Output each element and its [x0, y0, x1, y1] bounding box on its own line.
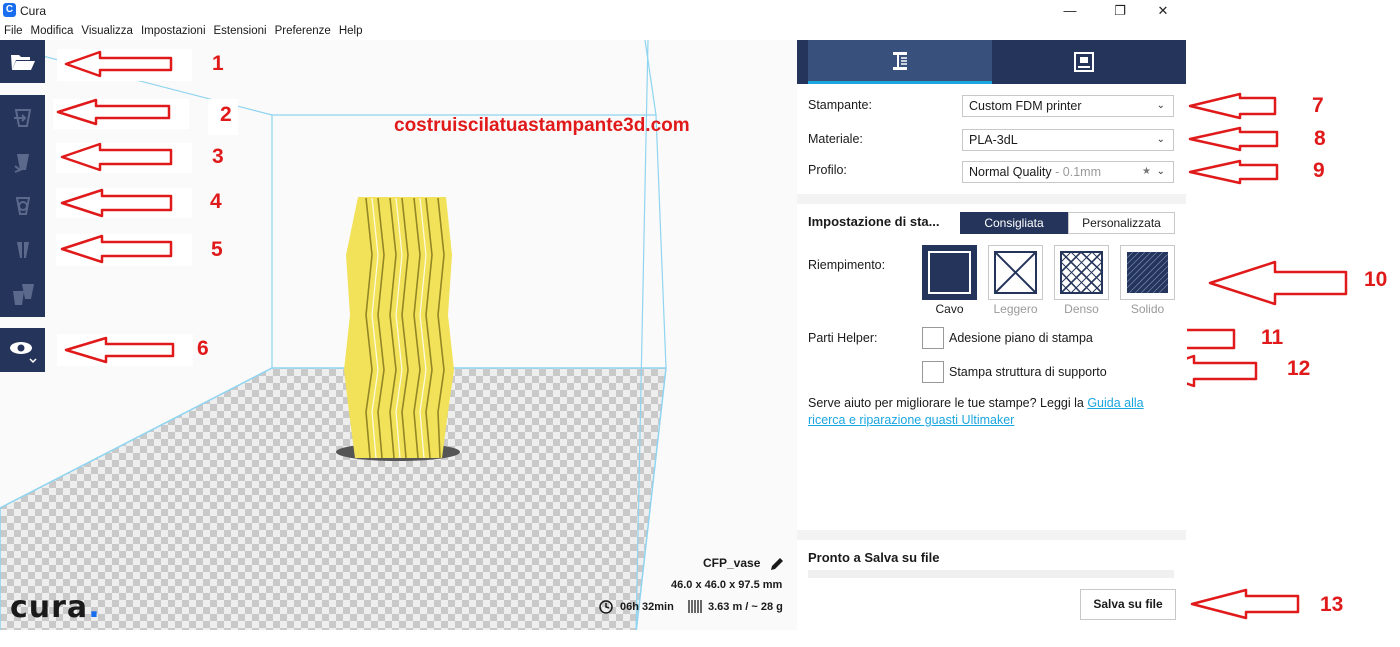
edit-pencil-icon[interactable] [769, 556, 785, 572]
mode-custom-tab[interactable]: Personalizzata [1068, 212, 1175, 234]
annotation-number: 11 [1261, 326, 1284, 349]
adhesion-checkbox[interactable] [922, 327, 944, 349]
print-setup-icon [893, 51, 907, 70]
annotation-number: 6 [197, 337, 209, 360]
infill-light-option[interactable] [988, 245, 1043, 300]
annotation-number: 4 [210, 190, 222, 213]
support-label: Stampa struttura di supporto [949, 365, 1107, 379]
infill-hollow-option[interactable] [922, 245, 977, 300]
annotation-number: 9 [1313, 159, 1325, 182]
annotation-number: 5 [211, 238, 223, 261]
star-icon: ★ [1142, 166, 1151, 177]
job-name: CFP_vase [703, 556, 761, 570]
material-label: Materiale: [808, 132, 863, 146]
chevron-down-icon: ⌄ [1156, 100, 1165, 111]
profile-label: Profilo: [808, 163, 847, 177]
model-dimensions: 46.0 x 46.0 x 97.5 mm [671, 579, 783, 591]
monitor-icon [1074, 52, 1094, 72]
settings-title: Impostazione di sta... [808, 214, 940, 229]
tab-monitor[interactable] [992, 40, 1176, 84]
annotation-number: 13 [1320, 593, 1344, 616]
infill-option-label: Solido [1130, 302, 1165, 316]
settings-panel: Stampante: Custom FDM printer ⌄ Materiale… [797, 40, 1187, 630]
material-usage: 3.63 m / ~ 28 g [708, 601, 783, 613]
save-status-title: Pronto a Salva su file [808, 550, 940, 565]
annotation-number: 8 [1314, 127, 1326, 150]
infill-solid-option[interactable] [1120, 245, 1175, 300]
chevron-down-icon: ⌄ [1156, 166, 1165, 177]
slicing-progress-bar [808, 570, 1174, 578]
infill-option-label: Cavo [935, 302, 964, 316]
filament-icon [688, 600, 702, 613]
panel-tabs [797, 40, 1186, 84]
infill-option-label: Denso [1064, 302, 1099, 316]
clock-icon [599, 600, 613, 614]
adhesion-label: Adesione piano di stampa [949, 331, 1093, 345]
cura-logo: cura. [10, 590, 101, 625]
section-divider [797, 530, 1186, 540]
support-checkbox[interactable] [922, 361, 944, 383]
printer-label: Stampante: [808, 98, 872, 112]
annotation-number: 1 [212, 52, 224, 75]
chevron-down-icon: ⌄ [1156, 134, 1165, 145]
infill-label: Riempimento: [808, 258, 886, 272]
infill-dense-option[interactable] [1054, 245, 1109, 300]
helpers-label: Parti Helper: [808, 331, 878, 345]
infill-hollow-icon [928, 251, 971, 294]
annotation-number: 3 [212, 145, 224, 168]
infill-solid-icon [1126, 251, 1169, 294]
help-text: Serve aiuto per migliorare le tue stampe… [808, 396, 1144, 427]
annotation-number: 2 [220, 103, 232, 126]
mode-recommended-tab[interactable]: Consigliata [960, 212, 1068, 234]
annotation-number: 7 [1312, 94, 1324, 117]
save-to-file-button[interactable]: Salva su file [1080, 589, 1176, 620]
annotation-number: 12 [1287, 357, 1311, 380]
infill-dense-icon [1059, 250, 1104, 295]
annotation-arrows [53, 49, 1348, 620]
annotation-number: 10 [1364, 268, 1388, 291]
section-divider [797, 194, 1186, 204]
tab-print-setup[interactable] [808, 40, 992, 84]
print-time: 06h 32min [620, 601, 674, 613]
infill-light-icon [994, 251, 1037, 294]
infill-option-label: Leggero [993, 302, 1038, 316]
printer-dropdown[interactable]: Custom FDM printer ⌄ [962, 95, 1174, 117]
material-dropdown[interactable]: PLA-3dL ⌄ [962, 129, 1174, 151]
profile-dropdown[interactable]: Normal Quality - 0.1mm ★ ⌄ [962, 161, 1174, 183]
